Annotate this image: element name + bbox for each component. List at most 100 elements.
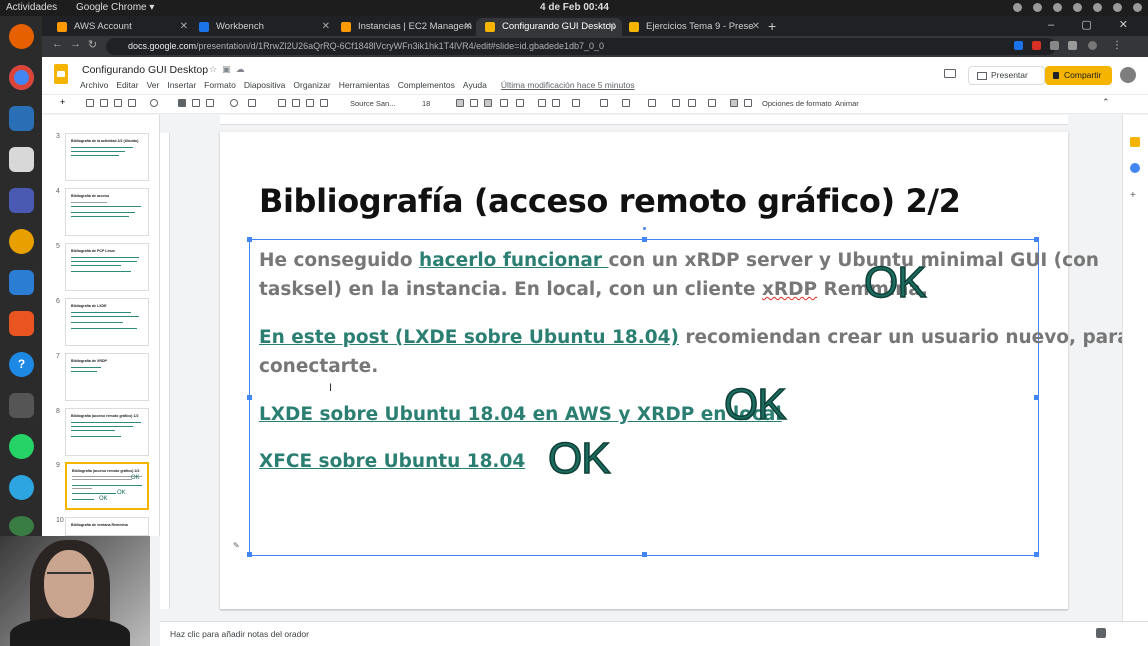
link-lxde-aws-xrdp[interactable]: LXDE sobre Ubuntu 18.04 en AWS y XRDP en…: [259, 404, 782, 425]
link-xfce-ubuntu[interactable]: XFCE sobre Ubuntu 18.04: [259, 451, 525, 472]
paint-format-icon[interactable]: [128, 99, 136, 107]
chrome-icon[interactable]: [9, 65, 34, 90]
media-control-icon[interactable]: [1068, 41, 1077, 50]
line-spacing-icon[interactable]: [600, 99, 608, 107]
vmware-icon[interactable]: [9, 393, 34, 418]
resize-handle[interactable]: [1034, 552, 1039, 557]
rhythmbox-icon[interactable]: [9, 229, 34, 254]
explore-icon[interactable]: [1096, 628, 1106, 638]
activities-button[interactable]: Actividades: [6, 0, 57, 16]
files-icon[interactable]: [9, 147, 34, 172]
decrease-indent-icon[interactable]: [672, 99, 680, 107]
redo-icon[interactable]: [100, 99, 108, 107]
menu-ayuda[interactable]: Ayuda: [463, 80, 487, 90]
help-icon[interactable]: ?: [9, 352, 34, 377]
text-color-icon[interactable]: [500, 99, 508, 107]
select-icon[interactable]: [178, 99, 186, 107]
font-family-select[interactable]: Source San...: [350, 99, 395, 108]
menu-complementos[interactable]: Complementos: [398, 80, 455, 90]
slide-thumbnail-selected[interactable]: Bibliografía (acceso remoto gráfico) 2/2…: [65, 462, 149, 510]
share-button[interactable]: Compartir: [1045, 66, 1112, 85]
slide-thumbnail[interactable]: Bibliografía de XRDP: [65, 353, 149, 401]
comment-icon[interactable]: [552, 99, 560, 107]
system-clock[interactable]: 4 de Feb 00:44: [540, 0, 609, 16]
comments-icon[interactable]: [944, 69, 956, 78]
add-ons-icon[interactable]: +: [1130, 191, 1140, 201]
whatsapp-icon[interactable]: [9, 434, 34, 459]
animate-button[interactable]: Animar: [835, 99, 859, 108]
border-weight-icon[interactable]: [306, 99, 314, 107]
close-tab-icon[interactable]: ✕: [180, 18, 188, 36]
close-tab-icon[interactable]: ✕: [608, 18, 616, 36]
paragraph-1-line-2[interactable]: tasksel) en la instancia. En local, con …: [259, 275, 928, 304]
forward-icon[interactable]: →: [70, 38, 81, 50]
window-controls[interactable]: – ▢ ✕: [1048, 18, 1140, 31]
extension-icon[interactable]: [1032, 41, 1041, 50]
underline-icon[interactable]: [484, 99, 492, 107]
resize-handle[interactable]: [1034, 395, 1039, 400]
explore-pen-icon[interactable]: ✎: [233, 541, 240, 550]
close-tab-icon[interactable]: ✕: [464, 18, 472, 36]
menu-insertar[interactable]: Insertar: [167, 80, 196, 90]
line-icon[interactable]: [248, 99, 256, 107]
menu-diapositiva[interactable]: Diapositiva: [244, 80, 286, 90]
paragraph-1-line-1[interactable]: He conseguido hacerlo funcionar con un x…: [259, 246, 1099, 275]
print-icon[interactable]: [114, 99, 122, 107]
paragraph-2-line-1[interactable]: En este post (LXDE sobre Ubuntu 18.04) r…: [259, 323, 1130, 352]
slide-thumbnail[interactable]: Bibliografía de PCP Linux: [65, 243, 149, 291]
resize-handle[interactable]: [247, 395, 252, 400]
title-actions[interactable]: ☆▣☁: [209, 64, 250, 75]
resize-handle[interactable]: [642, 237, 647, 242]
menu-ver[interactable]: Ver: [147, 80, 160, 90]
profile-avatar-icon[interactable]: [1088, 41, 1097, 50]
clear-format-icon[interactable]: [708, 99, 716, 107]
tab-configurando-gui[interactable]: Configurando GUI Desktop ✕: [476, 18, 622, 36]
fill-color-icon[interactable]: [278, 99, 286, 107]
slide-title[interactable]: Bibliografía (acceso remoto gráfico) 2/2: [259, 182, 961, 220]
tasks-icon[interactable]: [1130, 163, 1140, 173]
new-slide-icon[interactable]: +: [60, 97, 68, 107]
horizontal-ruler[interactable]: [220, 115, 1068, 125]
slide-thumbnail[interactable]: Bibliografía (acceso remoto gráfico) 1/2: [65, 408, 149, 456]
collapse-toolbar-icon[interactable]: ⌃: [1102, 97, 1110, 108]
thunderbird-icon[interactable]: [9, 106, 34, 131]
numbered-list-icon[interactable]: [622, 99, 630, 107]
back-icon[interactable]: ←: [52, 38, 63, 50]
link-icon[interactable]: [538, 99, 546, 107]
rotate-handle[interactable]: [643, 227, 646, 230]
italic-icon[interactable]: [470, 99, 478, 107]
extension-icon[interactable]: [1014, 41, 1023, 50]
last-edit-link[interactable]: Última modificación hace 5 minutos: [501, 80, 635, 90]
menu-archivo[interactable]: Archivo: [80, 80, 108, 90]
virtualbox-icon[interactable]: [9, 188, 34, 213]
close-tab-icon[interactable]: ✕: [322, 18, 330, 36]
shape-icon[interactable]: [230, 99, 238, 107]
remmina-icon[interactable]: [9, 516, 34, 536]
vertical-ruler[interactable]: [160, 133, 170, 609]
software-center-icon[interactable]: [9, 311, 34, 336]
paragraph-3[interactable]: LXDE sobre Ubuntu 18.04 en AWS y XRDP en…: [259, 400, 782, 429]
format-options-button[interactable]: Opciones de formato: [762, 99, 832, 108]
zoom-icon[interactable]: [150, 99, 158, 107]
firefox-icon[interactable]: [9, 24, 34, 49]
menu-organizar[interactable]: Organizar: [293, 80, 330, 90]
increase-indent-icon[interactable]: [688, 99, 696, 107]
image-icon[interactable]: [206, 99, 214, 107]
border-dash-icon[interactable]: [320, 99, 328, 107]
highlight-icon[interactable]: [516, 99, 524, 107]
menu-editar[interactable]: Editar: [116, 80, 138, 90]
tab-ec2-instances[interactable]: Instancias | EC2 Managem ✕: [332, 18, 478, 36]
telegram-icon[interactable]: [9, 475, 34, 500]
resize-handle[interactable]: [247, 552, 252, 557]
highlight-active-icon[interactable]: [730, 99, 738, 107]
url-input[interactable]: docs.google.com/presentation/d/1RrwZl2U2…: [106, 38, 1056, 55]
font-size-input[interactable]: 18: [422, 99, 430, 108]
resize-handle[interactable]: [642, 552, 647, 557]
tab-aws-account[interactable]: AWS Account ✕: [48, 18, 194, 36]
slide-thumbnail[interactable]: Bibliografía de LXDE: [65, 298, 149, 346]
bulleted-list-icon[interactable]: [648, 99, 656, 107]
link-lxde-post[interactable]: En este post (LXDE sobre Ubuntu 18.04): [259, 327, 679, 348]
slide-thumbnail[interactable]: Bibliografía de acceso: [65, 188, 149, 236]
more-menu-icon[interactable]: ⋮: [1112, 41, 1122, 51]
misspelled-word[interactable]: xRDP: [762, 279, 817, 300]
